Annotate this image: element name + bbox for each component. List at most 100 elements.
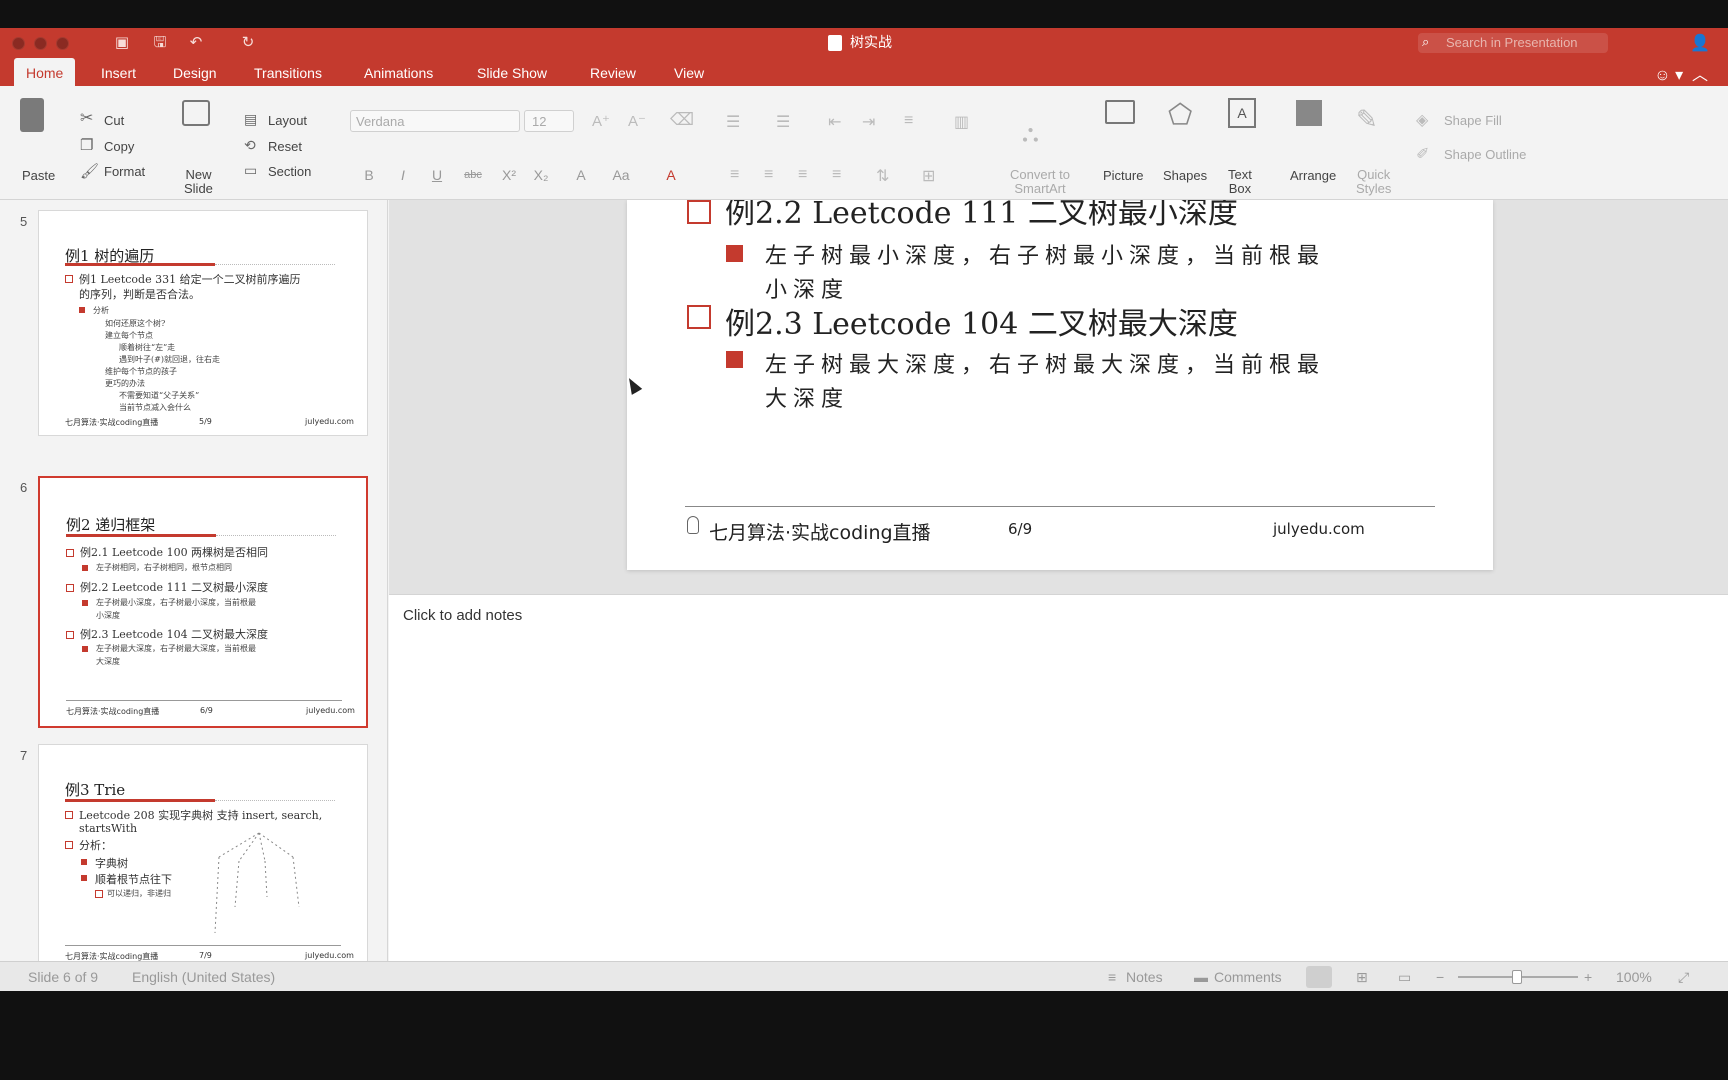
tab-transitions[interactable]: Transitions xyxy=(254,58,322,86)
picture-icon[interactable] xyxy=(1105,100,1135,124)
section-icon[interactable]: ▭ xyxy=(244,162,257,179)
comments-icon[interactable]: ▬ xyxy=(1194,969,1208,985)
notes-toggle-button[interactable]: Notes xyxy=(1126,962,1163,991)
new-slide-icon[interactable] xyxy=(182,100,210,126)
convert-smartart-button[interactable]: Convert to SmartArt xyxy=(1010,168,1070,196)
shape-outline-button[interactable]: Shape Outline xyxy=(1444,147,1526,162)
shapes-button[interactable]: Shapes xyxy=(1163,168,1207,183)
shape-fill-button[interactable]: Shape Fill xyxy=(1444,113,1502,128)
columns-icon[interactable]: ▥ xyxy=(954,112,969,132)
close-icon[interactable] xyxy=(12,37,25,50)
tab-home[interactable]: Home xyxy=(14,58,76,86)
align-right-icon[interactable]: ≡ xyxy=(798,166,807,184)
fit-slide-icon[interactable]: ⤢ xyxy=(1678,969,1689,986)
undo-icon[interactable]: ↶ xyxy=(186,33,206,53)
indent-increase-icon[interactable]: ⇥ xyxy=(862,112,875,132)
reset-button[interactable]: Reset xyxy=(268,139,302,154)
notes-placeholder[interactable]: Click to add notes xyxy=(403,607,522,624)
justify-icon[interactable]: ≡ xyxy=(832,166,841,184)
copy-icon[interactable]: ❐ xyxy=(80,136,93,154)
zoom-level[interactable]: 100% xyxy=(1616,962,1652,991)
zoom-icon[interactable] xyxy=(56,37,69,50)
underline-icon[interactable]: U xyxy=(426,164,448,186)
text-box-icon[interactable]: A xyxy=(1228,98,1256,128)
copy-button[interactable]: Copy xyxy=(104,139,134,154)
slide-thumbnail-pane[interactable]: 5 例1 树的遍历 例1 Leetcode 331 给定一个二叉树前序遍历 的序… xyxy=(0,200,388,988)
quick-styles-button[interactable]: Quick Styles xyxy=(1356,168,1391,196)
numbering-icon[interactable]: ☰ xyxy=(776,112,790,132)
bold-icon[interactable]: B xyxy=(358,164,380,186)
strikethrough-icon[interactable]: abc xyxy=(462,164,484,186)
notes-pane[interactable]: Click to add notes xyxy=(389,594,1728,988)
quick-styles-icon[interactable]: ✎ xyxy=(1356,104,1378,135)
align-left-icon[interactable]: ≡ xyxy=(730,166,739,184)
format-button[interactable]: Format xyxy=(104,164,145,179)
thumbnail-slide-5[interactable]: 例1 树的遍历 例1 Leetcode 331 给定一个二叉树前序遍历 的序列，… xyxy=(38,210,368,436)
search-input[interactable]: Search in Presentation xyxy=(1418,33,1608,53)
thumbnail-slide-6[interactable]: 例2 递归框架 例2.1 Leetcode 100 两棵树是否相同 左子树相同，… xyxy=(38,476,368,728)
section-button[interactable]: Section xyxy=(268,164,311,179)
reset-icon[interactable]: ⟲ xyxy=(244,137,256,154)
arrange-icon[interactable] xyxy=(1296,100,1322,126)
normal-view-button[interactable] xyxy=(1306,966,1332,988)
clear-format-icon[interactable]: ⌫ xyxy=(670,110,694,130)
tab-insert[interactable]: Insert xyxy=(101,58,136,86)
cut-button[interactable]: Cut xyxy=(104,113,124,128)
shape-fill-icon[interactable]: ◈ xyxy=(1416,110,1428,130)
tab-slide-show[interactable]: Slide Show xyxy=(477,58,547,86)
superscript-icon[interactable]: X² xyxy=(498,164,520,186)
italic-icon[interactable]: I xyxy=(392,164,414,186)
shape-outline-icon[interactable]: ✐ xyxy=(1416,144,1429,164)
slide-body-line[interactable]: 左子树最大深度，右子树最大深度，当前根最 xyxy=(765,347,1325,379)
slide-heading-2-2[interactable]: 例2.2 Leetcode 111 二叉树最小深度 xyxy=(725,200,1238,232)
zoom-in-icon[interactable]: + xyxy=(1584,969,1592,985)
layout-icon[interactable]: ▤ xyxy=(244,111,257,128)
comments-toggle-button[interactable]: Comments xyxy=(1214,962,1282,991)
smartart-icon[interactable]: ⛬ xyxy=(1022,120,1039,148)
tab-animations[interactable]: Animations xyxy=(364,58,433,86)
smiley-icon[interactable]: ☺ ▾ ︿ xyxy=(1654,61,1708,85)
thumbnail-slide-7[interactable]: 例3 Trie Leetcode 208 实现字典树 支持 insert, se… xyxy=(38,744,368,984)
text-box-button[interactable]: Text Box xyxy=(1228,168,1252,196)
reading-view-icon[interactable]: ▭ xyxy=(1398,969,1411,986)
tab-view[interactable]: View xyxy=(674,58,704,86)
slide-body-line[interactable]: 左子树最小深度，右子树最小深度，当前根最 xyxy=(765,238,1325,270)
line-spacing-icon[interactable]: ≡ xyxy=(904,112,913,130)
zoom-out-icon[interactable]: − xyxy=(1436,969,1444,985)
text-direction-icon[interactable]: ⇅ xyxy=(876,166,889,186)
notes-icon[interactable]: ≡ xyxy=(1108,969,1116,985)
slide-heading-2-3[interactable]: 例2.3 Leetcode 104 二叉树最大深度 xyxy=(725,299,1238,343)
sidebar-icon[interactable]: ▣ xyxy=(112,33,132,53)
decrease-font-icon[interactable]: A⁻ xyxy=(628,112,646,130)
bullets-icon[interactable]: ☰ xyxy=(726,112,740,132)
minimize-icon[interactable] xyxy=(34,37,47,50)
current-slide[interactable]: 例2.2 Leetcode 111 二叉树最小深度 左子树最小深度，右子树最小深… xyxy=(627,200,1493,570)
layout-button[interactable]: Layout xyxy=(268,113,307,128)
paste-icon[interactable] xyxy=(20,98,44,132)
slide-editor[interactable]: 例2.2 Leetcode 111 二叉树最小深度 左子树最小深度，右子树最小深… xyxy=(389,200,1728,594)
arrange-button[interactable]: Arrange xyxy=(1290,168,1336,183)
zoom-slider-thumb[interactable] xyxy=(1512,970,1522,984)
format-painter-icon[interactable]: 🖌 xyxy=(80,162,99,180)
paste-button[interactable]: Paste xyxy=(22,168,55,183)
tab-review[interactable]: Review xyxy=(590,58,636,86)
align-center-icon[interactable]: ≡ xyxy=(764,166,773,184)
picture-button[interactable]: Picture xyxy=(1103,168,1143,183)
indent-decrease-icon[interactable]: ⇤ xyxy=(828,112,841,132)
font-color-icon[interactable]: A xyxy=(660,164,682,186)
increase-font-icon[interactable]: A⁺ xyxy=(592,112,610,130)
add-person-icon[interactable]: 👤 xyxy=(1690,33,1710,53)
slide-body-line[interactable]: 大深度 xyxy=(765,381,849,413)
slide-sorter-icon[interactable]: ⊞ xyxy=(1356,969,1368,986)
subscript-icon[interactable]: X₂ xyxy=(530,164,552,186)
new-slide-button[interactable]: New Slide xyxy=(184,168,213,196)
change-case-icon[interactable]: Aa xyxy=(610,164,632,186)
align-text-icon[interactable]: ⊞ xyxy=(922,166,935,186)
tab-design[interactable]: Design xyxy=(173,58,217,86)
shapes-icon[interactable]: ⬠ xyxy=(1168,98,1192,131)
cut-icon[interactable]: ✂ xyxy=(80,108,93,128)
save-icon[interactable]: 🖫 xyxy=(150,33,170,53)
redo-icon[interactable]: ↻ xyxy=(238,33,258,53)
text-effects-icon[interactable]: A xyxy=(570,164,592,186)
language-indicator[interactable]: English (United States) xyxy=(132,962,275,991)
